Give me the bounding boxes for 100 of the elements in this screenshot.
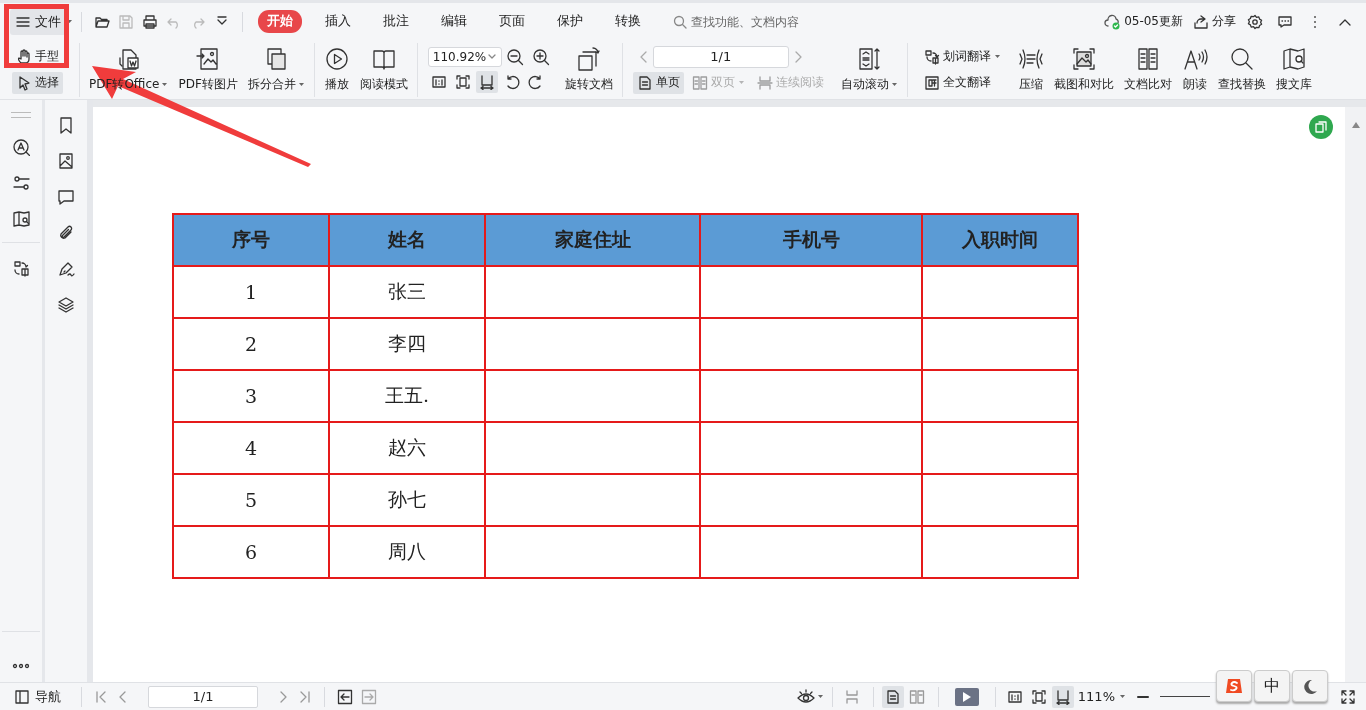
eye-icon[interactable] xyxy=(796,688,817,705)
page-field[interactable]: 1/1 xyxy=(148,685,258,708)
s-logo-icon xyxy=(1225,677,1243,695)
last-page-icon[interactable] xyxy=(298,689,312,704)
page-mode-button[interactable]: 单页 xyxy=(632,71,684,94)
double-page-icon xyxy=(691,74,708,91)
fit-mode-button[interactable] xyxy=(475,70,498,93)
table-cell: 孙七 xyxy=(329,474,485,526)
search-icon xyxy=(1228,46,1255,72)
translate-button[interactable]: 划词翻译 xyxy=(919,45,1005,68)
view-mode-button[interactable] xyxy=(881,685,904,708)
zoom-field[interactable]: 110.92% xyxy=(427,46,502,67)
fit-page-icon xyxy=(454,73,471,90)
ribbon-tab[interactable]: 开始 xyxy=(258,10,302,33)
table-cell: 5 xyxy=(173,474,329,526)
single-page-icon xyxy=(636,74,653,91)
play-icon xyxy=(323,46,350,72)
zoom-out-icon[interactable] xyxy=(505,47,524,66)
play-icon xyxy=(961,690,972,703)
share-icon xyxy=(1193,13,1209,30)
ribbon-button[interactable]: 旋转文档 xyxy=(559,44,618,95)
caret-icon xyxy=(816,694,824,699)
continuous-icon xyxy=(756,74,773,91)
table-cell: 3 xyxy=(173,370,329,422)
paperclip-icon[interactable] xyxy=(57,224,75,242)
ribbon-button[interactable]: 播放 xyxy=(318,44,355,95)
column-header: 入职时间 xyxy=(922,214,1078,266)
book-search-icon xyxy=(1280,46,1307,72)
comment-icon[interactable] xyxy=(57,188,75,206)
scroll-up-icon xyxy=(1350,121,1361,129)
caret-icon xyxy=(890,82,898,87)
book-search-icon[interactable] xyxy=(12,210,30,228)
bookmark-icon[interactable] xyxy=(57,116,75,134)
image-icon[interactable] xyxy=(57,152,75,170)
table-cell: 张三 xyxy=(329,266,485,318)
sliders-icon[interactable] xyxy=(12,174,30,192)
panel-icon xyxy=(14,688,30,705)
table-cell: 王五. xyxy=(329,370,485,422)
ribbon-button[interactable]: 压缩 xyxy=(1012,44,1049,95)
ribbon-button[interactable]: PDF转图片 xyxy=(173,44,243,95)
print-icon[interactable] xyxy=(142,13,158,30)
rotate-document-icon xyxy=(575,46,602,72)
ribbon-button[interactable]: 阅读模式 xyxy=(354,44,413,95)
ribbon-tab[interactable]: 转换 xyxy=(606,10,650,33)
hand-icon xyxy=(16,48,32,65)
layers-icon[interactable] xyxy=(57,296,75,314)
translate-button[interactable]: 全文翻译 xyxy=(919,71,1005,94)
translate-icon[interactable] xyxy=(12,259,30,277)
rotate-right-icon[interactable] xyxy=(527,73,544,90)
ribbon-button[interactable]: 朗读 xyxy=(1176,44,1213,95)
ribbon-tab[interactable]: 页面 xyxy=(490,10,534,33)
ime-moon-button[interactable] xyxy=(1292,670,1328,702)
sync-button[interactable] xyxy=(1309,115,1333,139)
search-field[interactable]: 查找功能、文档内容 xyxy=(673,13,843,30)
fit-mode-button[interactable] xyxy=(1051,685,1074,708)
pen-icon[interactable] xyxy=(57,260,75,278)
sync-status[interactable]: 05-05更新 xyxy=(1124,13,1183,30)
ime-mode-button[interactable]: 中 xyxy=(1254,670,1290,702)
tool-button[interactable]: 手型 xyxy=(12,45,63,68)
ribbon-button[interactable]: 拆分合并 xyxy=(242,44,310,95)
first-page-icon[interactable] xyxy=(94,689,108,704)
fullscreen-icon[interactable] xyxy=(1340,688,1356,705)
table-cell: 6 xyxy=(173,526,329,578)
tool-button[interactable]: 选择 xyxy=(12,71,63,94)
settings-icon[interactable] xyxy=(1247,13,1263,30)
ribbon-tab[interactable]: 保护 xyxy=(548,10,592,33)
ribbon-tab[interactable]: 批注 xyxy=(374,10,418,33)
column-header: 姓名 xyxy=(329,214,485,266)
ribbon-button[interactable]: 查找替换 xyxy=(1212,44,1271,95)
single-page-icon xyxy=(884,688,901,705)
zoom-out-icon[interactable] xyxy=(1136,693,1150,700)
more-icon[interactable] xyxy=(11,662,31,670)
scrollbar[interactable] xyxy=(1345,107,1366,682)
column-header: 序号 xyxy=(173,214,329,266)
ribbon-button[interactable]: 截图和对比 xyxy=(1048,44,1119,95)
play-button[interactable] xyxy=(954,687,979,706)
share-button[interactable]: 分享 xyxy=(1193,13,1236,30)
ime-logo-button[interactable] xyxy=(1216,670,1252,702)
caret-icon xyxy=(66,19,73,24)
ribbon-button[interactable]: 自动滚动 xyxy=(835,44,903,95)
zoom-level[interactable]: 111% xyxy=(1077,689,1126,704)
screenshot-icon xyxy=(1070,46,1097,72)
actual-size-icon xyxy=(430,73,447,90)
fit-page-icon xyxy=(1030,688,1047,705)
table-cell: 赵六 xyxy=(329,422,485,474)
table-cell: 2 xyxy=(173,318,329,370)
ribbon-button[interactable]: 搜文库 xyxy=(1270,44,1317,95)
search-icon xyxy=(673,14,687,29)
zoom-in-icon[interactable] xyxy=(531,47,550,66)
ribbon-tab[interactable]: 插入 xyxy=(316,10,360,33)
comment-icon[interactable] xyxy=(1277,13,1293,30)
ribbon-button[interactable]: 文档比对 xyxy=(1118,44,1177,95)
page-field[interactable]: 1/1 xyxy=(652,45,789,68)
ribbon-tab[interactable]: 编辑 xyxy=(432,10,476,33)
continuous-icon xyxy=(843,688,860,705)
fit-width-icon xyxy=(478,73,495,90)
back-icon[interactable] xyxy=(337,688,353,705)
double-page-icon xyxy=(908,688,925,705)
text-search-icon[interactable] xyxy=(12,138,30,156)
navigation-button[interactable]: 导航 xyxy=(14,687,61,706)
